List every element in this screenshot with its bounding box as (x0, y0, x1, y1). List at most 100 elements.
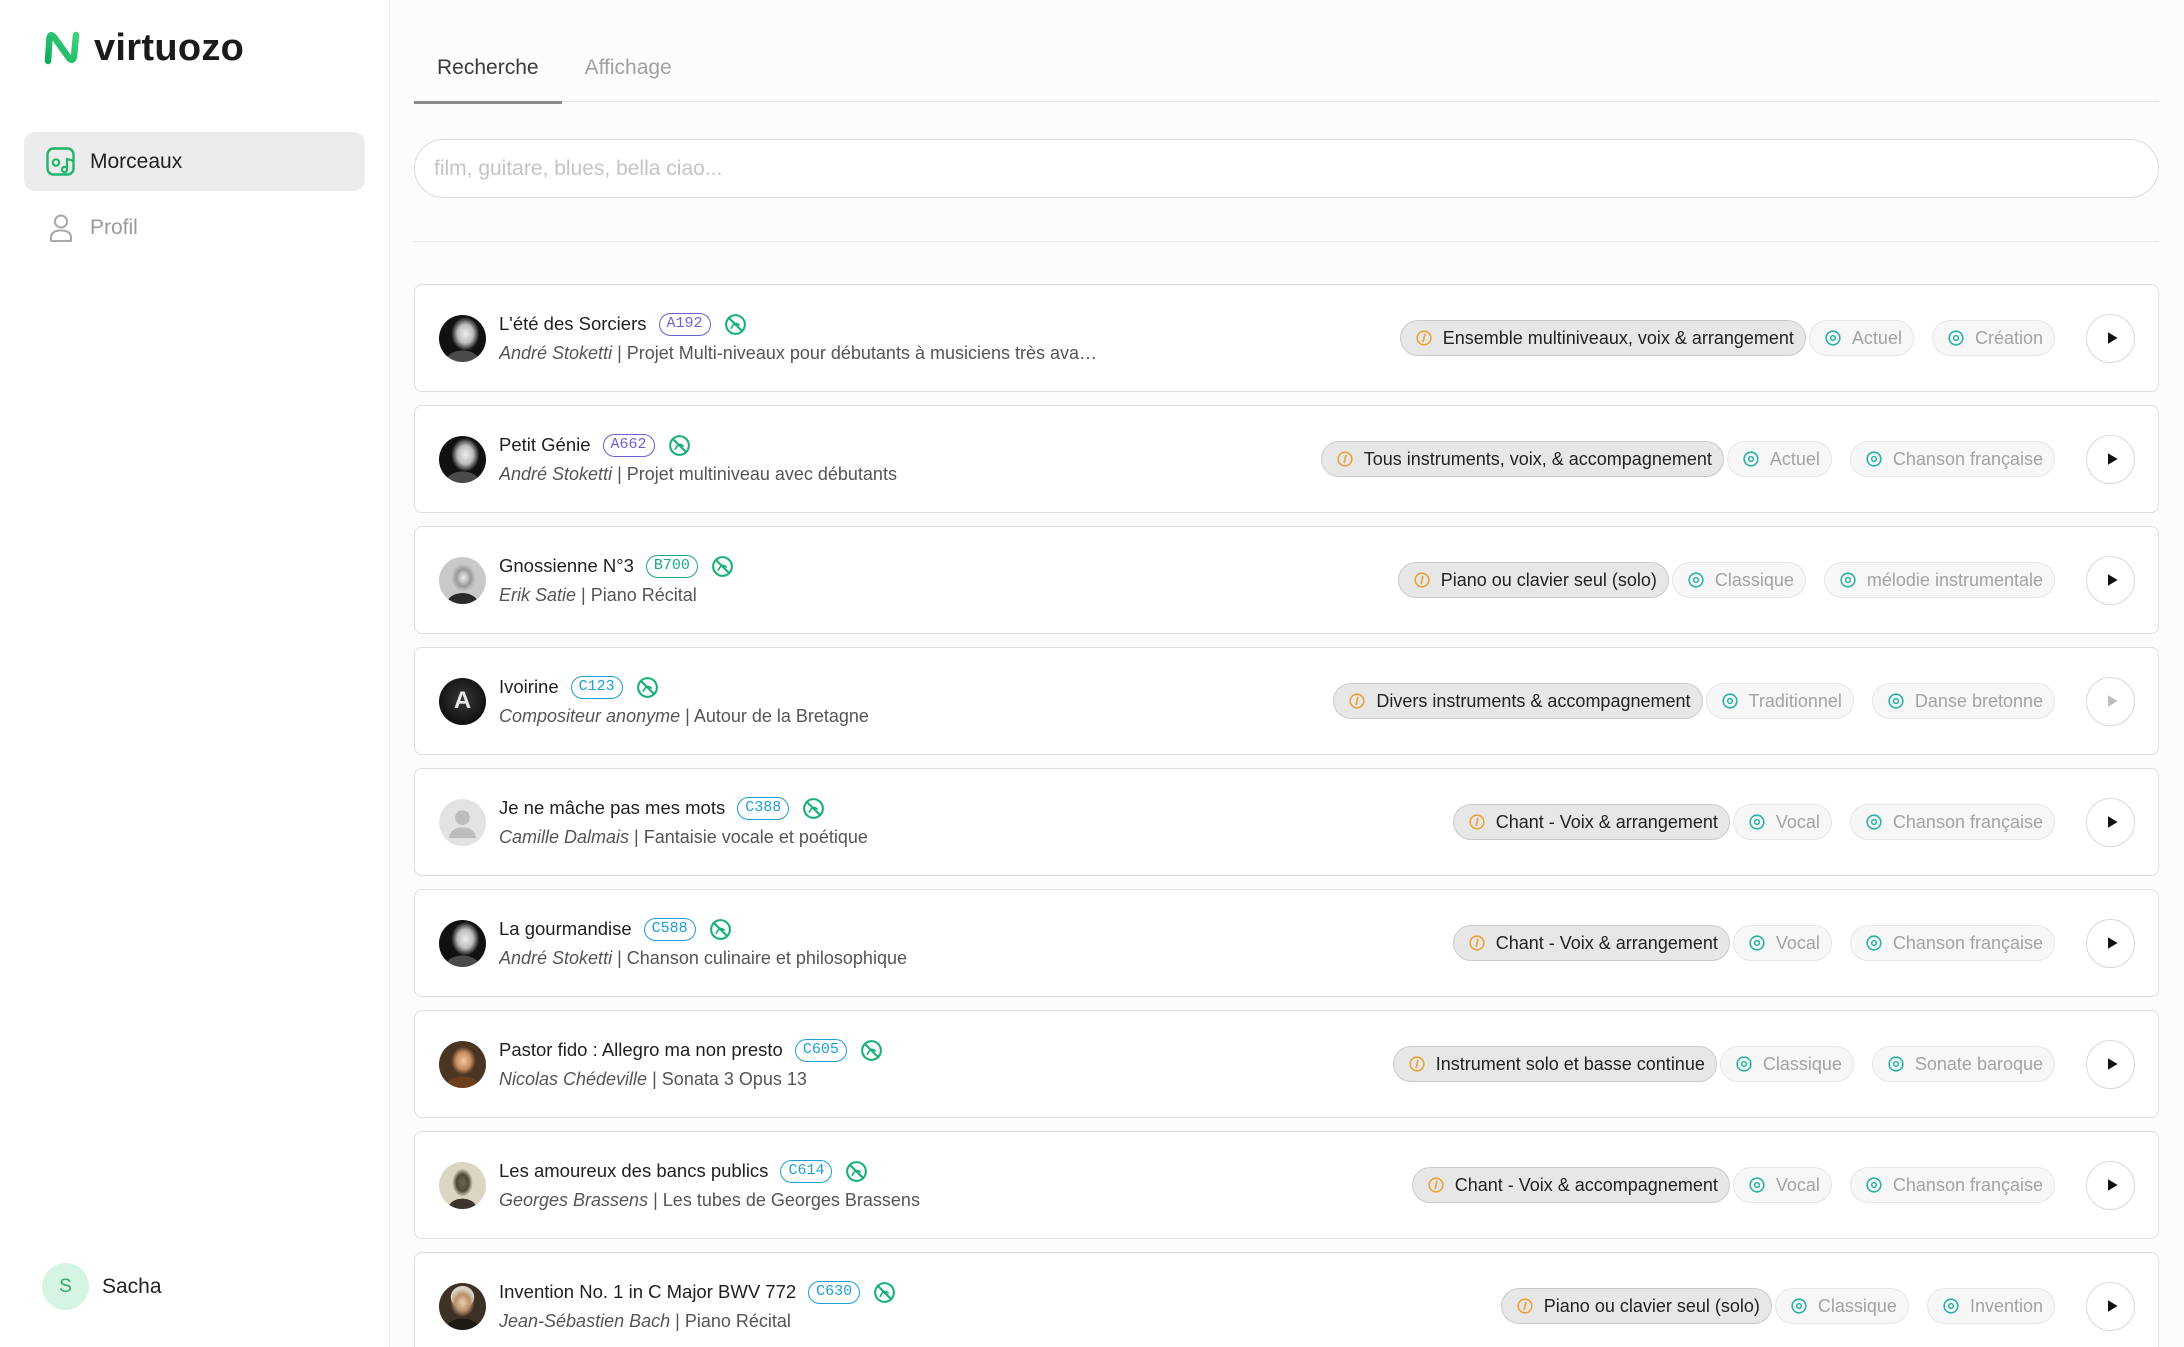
tag-style[interactable]: Traditionnel (1705, 683, 1854, 719)
target-icon (1865, 934, 1883, 952)
song-subtitle: André Stoketti | Chanson culinaire et ph… (499, 945, 1453, 971)
play-button[interactable] (2086, 676, 2135, 726)
user-menu[interactable]: S Sacha (42, 1263, 162, 1310)
song-card[interactable]: L'été des Sorciers A192 André Stoketti |… (414, 284, 2159, 392)
play-button[interactable] (2086, 313, 2135, 363)
tag-label: Création (1974, 327, 2043, 348)
play-button[interactable] (2086, 555, 2135, 605)
tag-instrumentation[interactable]: Piano ou clavier seul (solo) (1500, 1288, 1772, 1324)
target-icon (1721, 692, 1739, 710)
main-content: Recherche Affichage L'été des Sorciers A… (390, 0, 2184, 1347)
separator: | (685, 706, 690, 726)
play-button[interactable] (2086, 434, 2135, 484)
tag-instrumentation[interactable]: Chant - Voix & accompagnement (1411, 1167, 1730, 1203)
tag-genre[interactable]: Chanson française (1849, 804, 2055, 840)
song-subtitle: Nicolas Chédeville | Sonata 3 Opus 13 (499, 1066, 1393, 1092)
song-subtitle: Jean-Sébastien Bach | Piano Récital (499, 1308, 1501, 1334)
tag-label: Sonate baroque (1914, 1053, 2043, 1074)
tag-instrumentation[interactable]: Divers instruments & accompagnement (1333, 683, 1703, 719)
song-code-badge: A662 (602, 433, 655, 457)
sidebar-item-profil[interactable]: Profil (24, 198, 365, 257)
separator: | (652, 1069, 657, 1089)
crossed-circle-icon (667, 433, 692, 458)
tag-label: Traditionnel (1748, 690, 1842, 711)
sidebar-item-morceaux[interactable]: Morceaux (24, 132, 365, 191)
song-info: La gourmandise C588 André Stoketti | Cha… (499, 915, 1453, 971)
tag-style[interactable]: Actuel (1808, 320, 1914, 356)
song-description: Projet Multi-niveaux pour débutants à mu… (626, 343, 1098, 363)
target-icon (1824, 329, 1842, 347)
target-icon (1839, 571, 1857, 589)
separator: | (634, 827, 639, 847)
tag-genre[interactable]: Sonate baroque (1871, 1046, 2055, 1082)
tag-list: Chant - Voix & arrangement Vocal Chanson… (1452, 804, 2055, 840)
tag-style[interactable]: Vocal (1732, 804, 1832, 840)
play-button[interactable] (2086, 918, 2135, 968)
song-title: Je ne mâche pas mes mots (499, 797, 726, 818)
tag-genre[interactable]: Chanson française (1849, 441, 2055, 477)
composer-avatar (439, 1282, 486, 1330)
music-library-icon (46, 146, 75, 176)
play-button[interactable] (2086, 1281, 2135, 1331)
separator: | (581, 585, 586, 605)
target-icon (1735, 1055, 1753, 1073)
tag-genre[interactable]: mélodie instrumentale (1823, 562, 2055, 598)
tag-style[interactable]: Vocal (1732, 1167, 1832, 1203)
tag-label: Chanson française (1892, 1174, 2043, 1195)
tag-label: Chant - Voix & accompagnement (1454, 1174, 1718, 1195)
composer-name: André Stoketti (499, 948, 613, 968)
song-card[interactable]: A Ivoirine C123 Compositeur anonyme | Au… (414, 647, 2159, 755)
tab-recherche[interactable]: Recherche (414, 50, 562, 104)
tag-instrumentation[interactable]: Piano ou clavier seul (solo) (1397, 562, 1669, 598)
tag-genre[interactable]: Chanson française (1849, 925, 2055, 961)
song-card[interactable]: Je ne mâche pas mes mots C388 Camille Da… (414, 768, 2159, 876)
song-card[interactable]: Pastor fido : Allegro ma non presto C605… (414, 1010, 2159, 1118)
song-info: Petit Génie A662 André Stoketti | Projet… (499, 431, 1321, 487)
tag-label: Classique (1714, 569, 1794, 590)
play-button[interactable] (2086, 1039, 2135, 1089)
title-row: Petit Génie A662 (499, 431, 1321, 459)
target-icon (1687, 571, 1705, 589)
tag-instrumentation[interactable]: Chant - Voix & arrangement (1452, 804, 1730, 840)
tag-genre[interactable]: Création (1931, 320, 2055, 356)
song-subtitle: Erik Satie | Piano Récital (499, 582, 1398, 608)
divider (414, 241, 2159, 242)
song-card[interactable]: Invention No. 1 in C Major BWV 772 C630 … (414, 1252, 2159, 1347)
tag-style[interactable]: Vocal (1732, 925, 1832, 961)
song-card[interactable]: Petit Génie A662 André Stoketti | Projet… (414, 405, 2159, 513)
play-icon (2104, 935, 2120, 951)
tag-genre[interactable]: Danse bretonne (1871, 683, 2055, 719)
tag-label: Ensemble multiniveaux, voix & arrangemen… (1442, 327, 1794, 348)
title-row: Je ne mâche pas mes mots C388 (499, 794, 1453, 822)
tag-instrumentation[interactable]: Chant - Voix & arrangement (1452, 925, 1730, 961)
tag-instrumentation[interactable]: Instrument solo et basse continue (1392, 1046, 1717, 1082)
tab-affichage[interactable]: Affichage (562, 50, 695, 102)
song-code-badge: C388 (737, 796, 790, 820)
play-button[interactable] (2086, 1160, 2135, 1210)
tag-genre[interactable]: Chanson française (1849, 1167, 2055, 1203)
tag-style[interactable]: Classique (1671, 562, 1806, 598)
play-button[interactable] (2086, 797, 2135, 847)
song-title: L'été des Sorciers (499, 313, 647, 334)
tag-list: Chant - Voix & arrangement Vocal Chanson… (1452, 925, 2055, 961)
tag-style[interactable]: Classique (1774, 1288, 1909, 1324)
tag-label: Vocal (1775, 932, 1820, 953)
song-code-badge: C588 (643, 917, 696, 941)
song-card[interactable]: La gourmandise C588 André Stoketti | Cha… (414, 889, 2159, 997)
song-card[interactable]: Les amoureux des bancs publics C614 Geor… (414, 1131, 2159, 1239)
tag-instrumentation[interactable]: Tous instruments, voix, & accompagnement (1320, 441, 1724, 477)
tag-label: Invention (1969, 1295, 2043, 1316)
tag-style[interactable]: Actuel (1726, 441, 1832, 477)
target-icon (1942, 1297, 1960, 1315)
target-icon (1748, 1176, 1766, 1194)
tag-style[interactable]: Classique (1719, 1046, 1854, 1082)
tag-genre[interactable]: Invention (1926, 1288, 2055, 1324)
app-logo[interactable]: virtuozo (42, 27, 244, 69)
song-card[interactable]: Gnossienne N°3 B700 Erik Satie | Piano R… (414, 526, 2159, 634)
info-circle-icon (1468, 934, 1486, 952)
song-info: L'été des Sorciers A192 André Stoketti |… (499, 310, 1400, 366)
tag-label: Chant - Voix & arrangement (1495, 811, 1718, 832)
target-icon (1748, 813, 1766, 831)
search-input[interactable] (414, 139, 2159, 198)
tag-instrumentation[interactable]: Ensemble multiniveaux, voix & arrangemen… (1399, 320, 1806, 356)
